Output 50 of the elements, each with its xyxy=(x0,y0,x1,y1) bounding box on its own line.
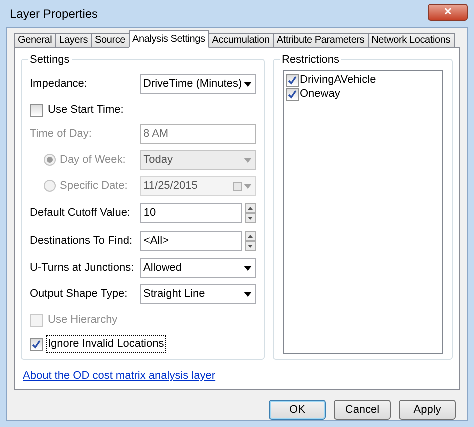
tab[interactable]: Attribute Parameters xyxy=(272,33,369,48)
checkbox-label: Use Start Time: xyxy=(47,102,125,118)
window-title: Layer Properties xyxy=(10,6,98,22)
dropdown-arrow-icon xyxy=(244,292,252,296)
dialog-button[interactable]: Apply xyxy=(399,400,456,420)
down-arrow-icon xyxy=(248,244,253,248)
tab[interactable]: Source xyxy=(91,33,130,48)
up-arrow-icon xyxy=(248,234,253,238)
tab[interactable]: Analysis Settings xyxy=(128,30,210,48)
field-label: Default Cutoff Value: xyxy=(30,206,132,221)
checkbox-label: Ignore Invalid Locations xyxy=(46,334,166,354)
tab[interactable]: Accumulation xyxy=(208,33,274,48)
field-label: Impedance: xyxy=(30,76,88,92)
checkbox[interactable] xyxy=(30,338,43,350)
tab[interactable]: Network Locations xyxy=(368,33,454,48)
down-arrow-icon xyxy=(248,216,253,220)
restriction-label: Oneway xyxy=(300,86,340,102)
dropdown-arrow-icon xyxy=(244,158,252,162)
tab[interactable]: Layers xyxy=(55,33,92,48)
dropdown-arrow-icon xyxy=(244,266,252,270)
spin-up-button[interactable] xyxy=(245,203,256,213)
tab[interactable]: General xyxy=(14,33,56,48)
dialog-button[interactable]: OK xyxy=(269,400,326,420)
up-arrow-icon xyxy=(248,206,253,210)
input-field[interactable]: <All> xyxy=(140,231,242,251)
help-link[interactable]: About the OD cost matrix analysis layer xyxy=(23,368,216,384)
field-label: U-Turns at Junctions: xyxy=(30,260,136,276)
field-label: Day of Week: xyxy=(60,152,126,168)
checkbox[interactable] xyxy=(286,88,299,100)
dropdown-arrow-icon xyxy=(244,82,252,86)
checkbox[interactable] xyxy=(30,104,43,116)
spin-down-button[interactable] xyxy=(245,241,256,251)
check-icon xyxy=(32,340,41,348)
checkbox-label: Use Hierarchy xyxy=(47,312,119,328)
field-label: Destinations To Find: xyxy=(30,234,134,249)
dropdown-arrow-icon xyxy=(244,184,252,188)
dropdown[interactable]: DriveTime (Minutes) xyxy=(140,74,256,94)
checkbox[interactable] xyxy=(286,74,299,86)
spin-down-button[interactable] xyxy=(245,213,256,223)
dialog-button[interactable]: Cancel xyxy=(334,400,391,420)
spin-up-button[interactable] xyxy=(245,231,256,241)
field-label: Specific Date: xyxy=(60,178,128,194)
group-title: Settings xyxy=(28,52,72,68)
calendar-icon xyxy=(233,182,242,190)
field-label: Time of Day: xyxy=(30,126,93,142)
dropdown[interactable]: Allowed xyxy=(140,258,256,278)
field-label: Output Shape Type: xyxy=(30,286,129,302)
input-field[interactable]: 10 xyxy=(140,203,242,223)
dropdown[interactable]: Straight Line xyxy=(140,284,256,304)
restriction-label: DrivingAVehicle xyxy=(300,72,376,88)
